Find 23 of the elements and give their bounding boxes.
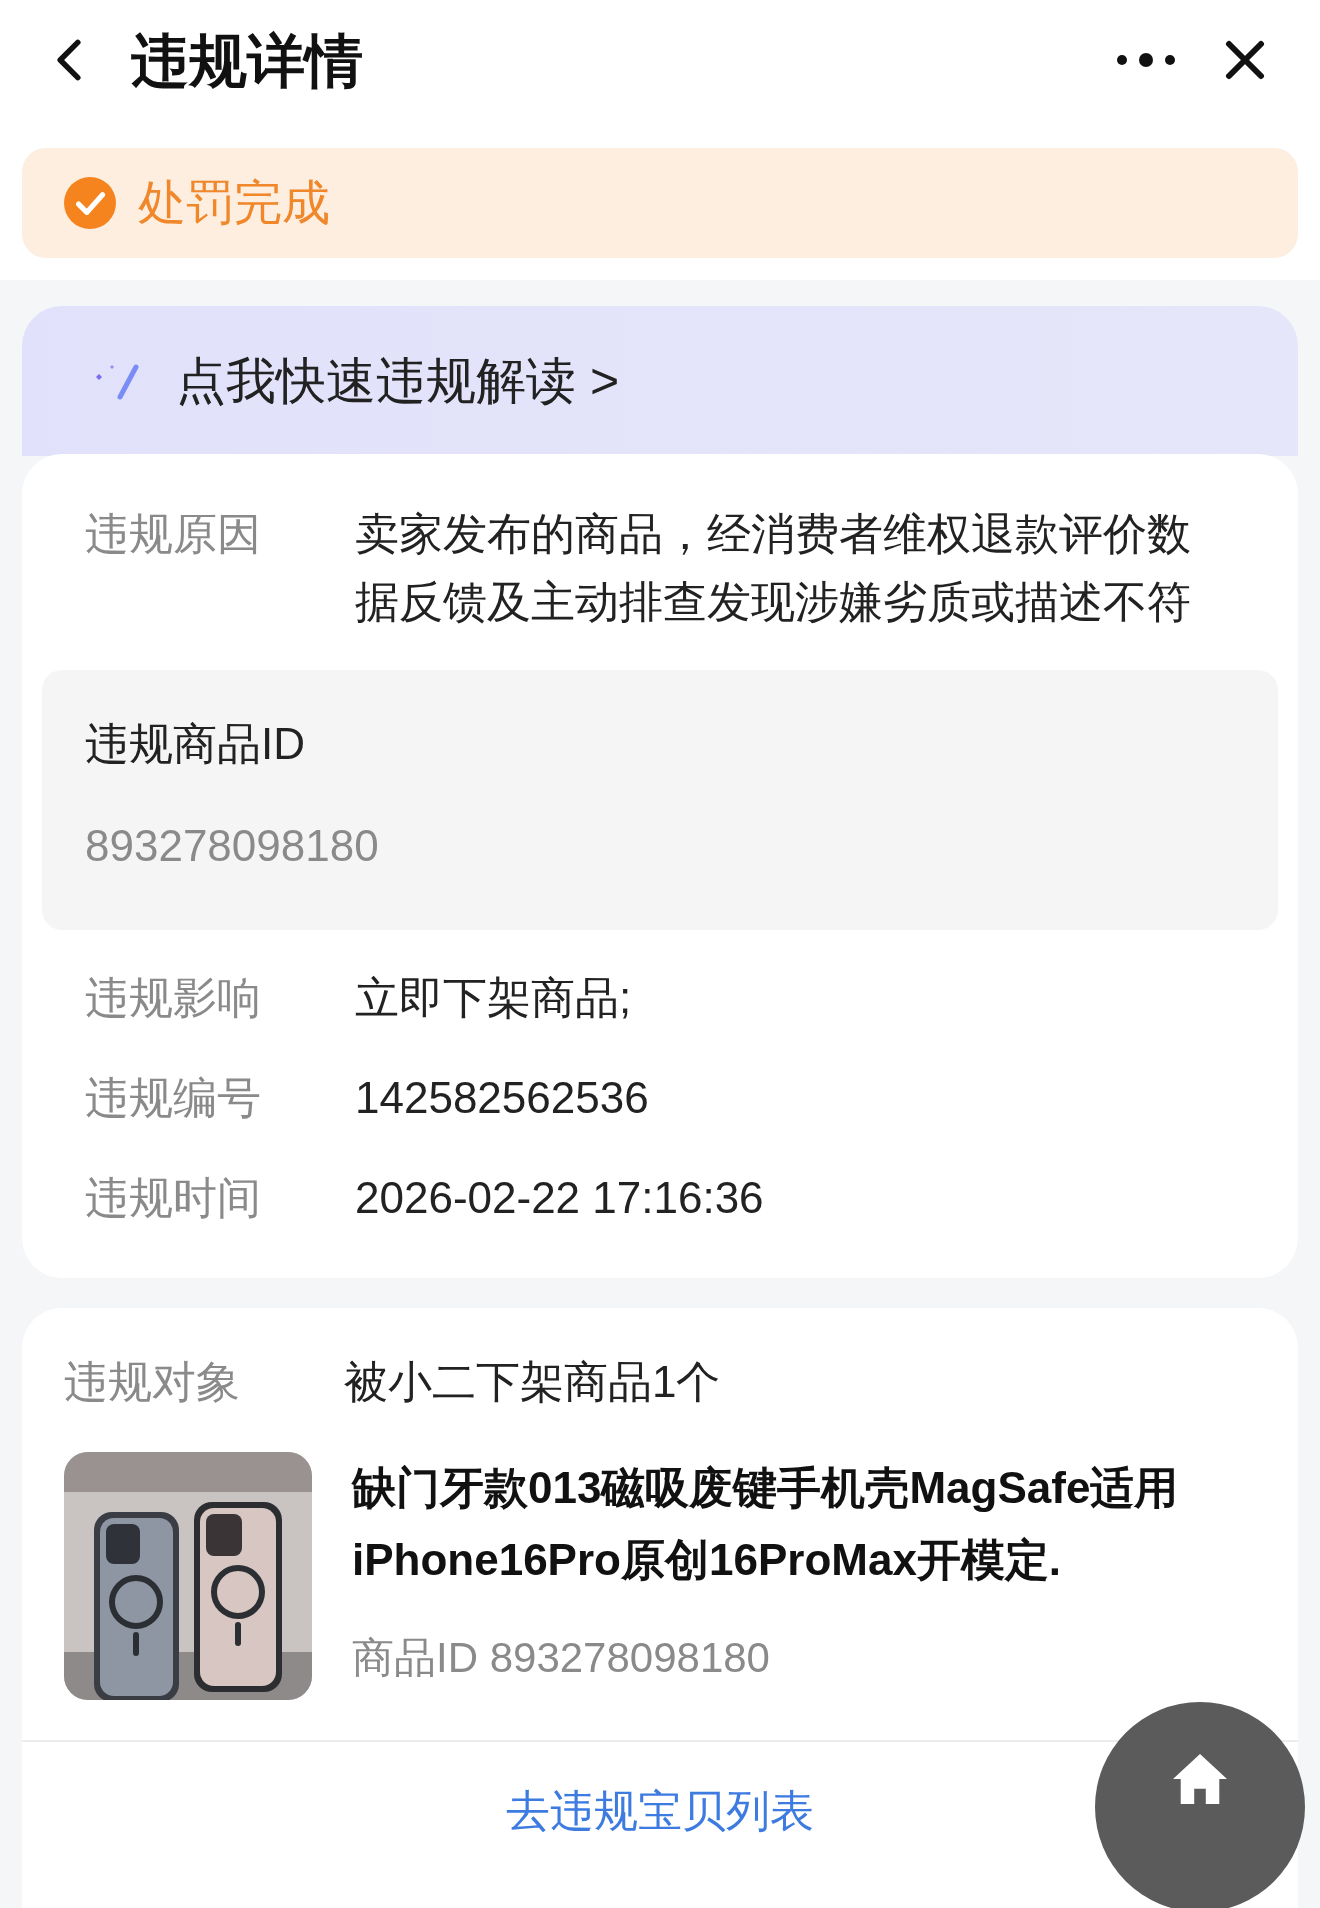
back-icon[interactable] (55, 38, 83, 82)
ai-banner-label: 点我快速违规解读 > (176, 351, 620, 411)
detail-value: 卖家发布的商品，经消费者维权退款评价数据反馈及主动排查发现涉嫌劣质或描述不符 (355, 508, 1192, 628)
violation-list-link[interactable]: 去违规宝贝列表 (506, 1778, 814, 1844)
product-title[interactable]: 缺门牙款013磁吸废键手机壳MagSafe适用iPhone16Pro原创16ProMax开模定. (352, 1452, 1292, 1596)
ai-banner[interactable]: 点我快速违规解读 > (22, 306, 1298, 456)
detail-label: 违规商品ID (85, 718, 306, 770)
page-title: 违规详情 (131, 26, 363, 95)
detail-label: 违规影响 (85, 972, 262, 1024)
detail-label: 违规原因 (85, 508, 262, 560)
target-label: 违规对象 (64, 1356, 241, 1408)
detail-label: 违规时间 (85, 1172, 262, 1224)
more-icon[interactable] (1115, 52, 1177, 68)
close-icon[interactable] (1225, 40, 1265, 80)
detail-label: 违规编号 (85, 1072, 262, 1124)
target-value: 被小二下架商品1个 (344, 1356, 721, 1408)
detail-value: 893278098180 (85, 820, 380, 872)
detail-value: 142582562536 (355, 1072, 650, 1124)
home-icon (1171, 1752, 1229, 1806)
detail-value: 2026-02-22 17:16:36 (355, 1172, 765, 1224)
detail-value: 立即下架商品; (355, 972, 633, 1024)
product-id: 商品ID 893278098180 (352, 1633, 771, 1683)
status-label: 处罚完成 (138, 175, 330, 231)
